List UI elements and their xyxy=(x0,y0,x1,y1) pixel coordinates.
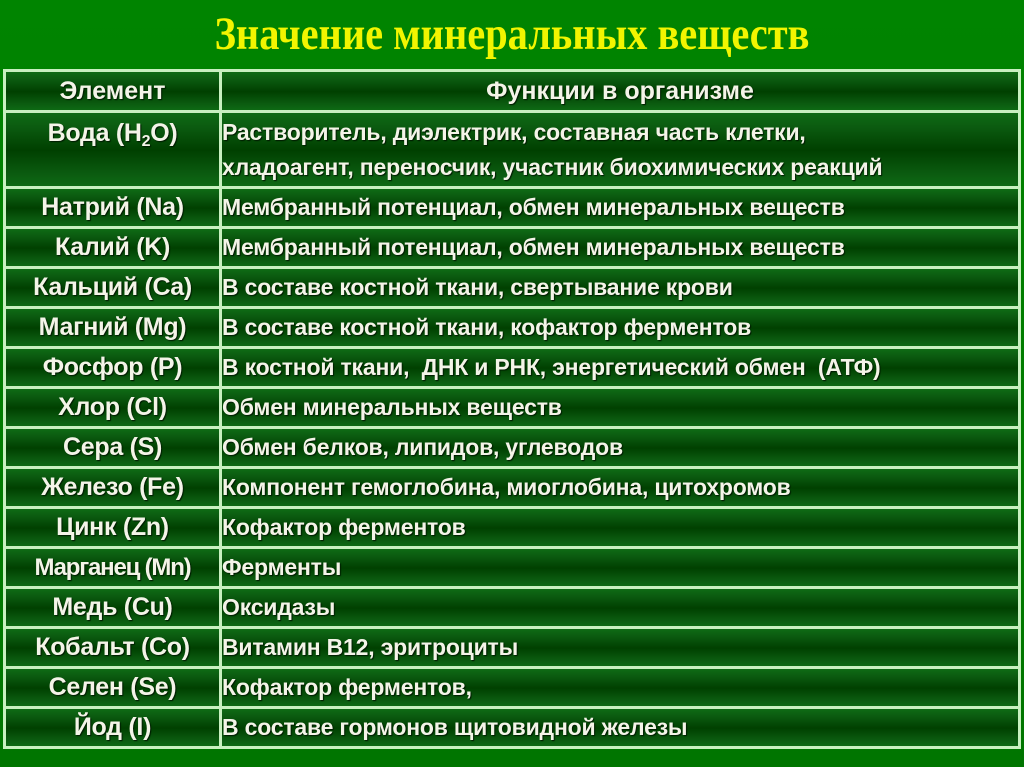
table-header-row: Элемент Функции в организме xyxy=(3,69,1021,113)
table-row: Марганец (Mn) Ферменты xyxy=(3,546,1021,589)
functions-cell: Обмен минеральных веществ xyxy=(219,386,1021,429)
table-row: Натрий (Na) Мембранный потенциал, обмен … xyxy=(3,186,1021,229)
functions-cell: В составе гормонов щитовидной железы xyxy=(219,706,1021,749)
element-cell: Фосфор (P) xyxy=(3,346,222,389)
functions-cell: Кофактор ферментов, xyxy=(219,666,1021,709)
functions-cell: Компонент гемоглобина, миоглобина, цитох… xyxy=(219,466,1021,509)
element-cell: Цинк (Zn) xyxy=(3,506,222,549)
functions-cell: Кофактор ферментов xyxy=(219,506,1021,549)
element-name: Вода (H xyxy=(47,119,142,147)
element-cell: Магний (Mg) xyxy=(3,306,222,349)
element-cell: Железо (Fe) xyxy=(3,466,222,509)
element-cell: Хлор (Cl) xyxy=(3,386,222,429)
element-cell: Селен (Se) xyxy=(3,666,222,709)
element-cell: Медь (Cu) xyxy=(3,586,222,629)
table-row-water: Вода (H2O) Растворитель, диэлектрик, сос… xyxy=(3,110,1021,189)
table-row: Хлор (Cl) Обмен минеральных веществ xyxy=(3,386,1021,429)
element-cell: Марганец (Mn) xyxy=(3,546,222,589)
functions-cell: Ферменты xyxy=(219,546,1021,589)
table-row: Сера (S) Обмен белков, липидов, углеводо… xyxy=(3,426,1021,469)
functions-cell: В составе костной ткани, кофактор фермен… xyxy=(219,306,1021,349)
functions-cell: Мембранный потенциал, обмен минеральных … xyxy=(219,186,1021,229)
functions-cell: Витамин В12, эритроциты xyxy=(219,626,1021,669)
element-cell: Йод (I) xyxy=(3,706,222,749)
element-cell: Сера (S) xyxy=(3,426,222,469)
functions-cell: Мембранный потенциал, обмен минеральных … xyxy=(219,226,1021,269)
functions-cell: В составе костной ткани, свертывание кро… xyxy=(219,266,1021,309)
table-row: Калий (K) Мембранный потенциал, обмен ми… xyxy=(3,226,1021,269)
functions-cell: Растворитель, диэлектрик, составная част… xyxy=(219,110,1021,189)
table-row: Медь (Cu) Оксидазы xyxy=(3,586,1021,629)
functions-line: хладоагент, переносчик, участник биохими… xyxy=(222,153,883,180)
element-cell: Калий (K) xyxy=(3,226,222,269)
element-cell: Вода (H2O) xyxy=(3,110,222,189)
table-row: Фосфор (P) В костной ткани, ДНК и РНК, э… xyxy=(3,346,1021,389)
table-row: Кобальт (Co) Витамин В12, эритроциты xyxy=(3,626,1021,669)
element-cell: Кальций (Ca) xyxy=(3,266,222,309)
minerals-table: Элемент Функции в организме Вода (H2O) Р… xyxy=(3,69,1021,749)
table-row: Цинк (Zn) Кофактор ферментов xyxy=(3,506,1021,549)
element-subscript: 2 xyxy=(141,133,151,150)
header-element: Элемент xyxy=(3,69,222,113)
element-cell: Натрий (Na) xyxy=(3,186,222,229)
element-name-suffix: O) xyxy=(150,119,178,147)
table-row: Кальций (Ca) В составе костной ткани, св… xyxy=(3,266,1021,309)
table-row: Магний (Mg) В составе костной ткани, коф… xyxy=(3,306,1021,349)
functions-line: Растворитель, диэлектрик, составная част… xyxy=(222,118,806,145)
table-row: Йод (I) В составе гормонов щитовидной же… xyxy=(3,706,1021,749)
functions-cell: Обмен белков, липидов, углеводов xyxy=(219,426,1021,469)
functions-cell: Оксидазы xyxy=(219,586,1021,629)
slide-title: Значение минеральных веществ xyxy=(214,8,810,60)
element-cell: Кобальт (Co) xyxy=(3,626,222,669)
table-row: Селен (Se) Кофактор ферментов, xyxy=(3,666,1021,709)
table-row: Железо (Fe) Компонент гемоглобина, миогл… xyxy=(3,466,1021,509)
header-functions: Функции в организме xyxy=(219,69,1021,113)
functions-cell: В костной ткани, ДНК и РНК, энергетическ… xyxy=(219,346,1021,389)
